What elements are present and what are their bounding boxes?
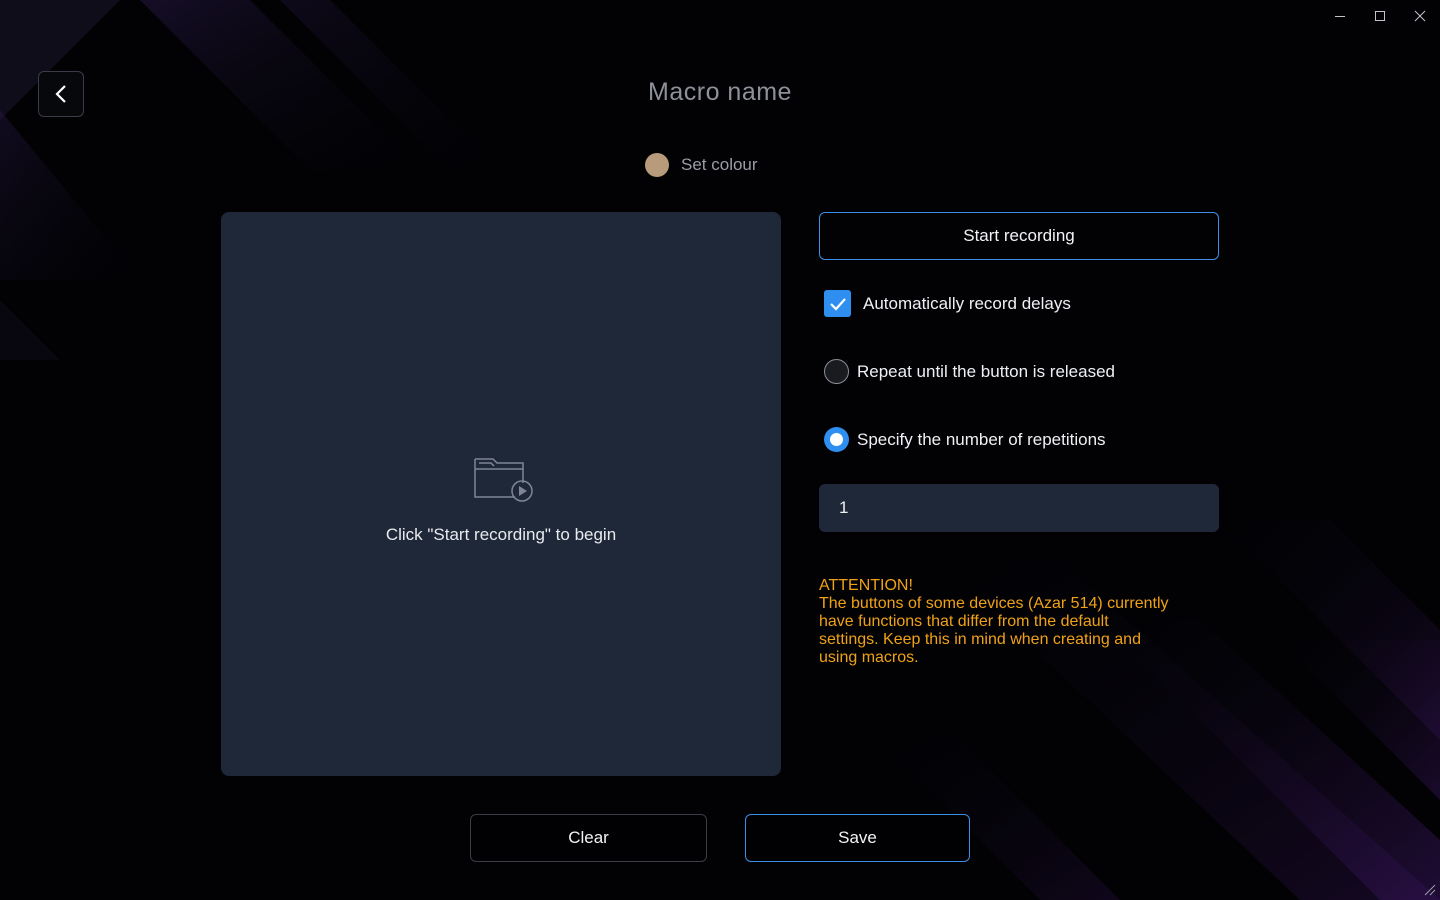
set-colour-label: Set colour [681,155,758,174]
colour-swatch[interactable] [645,153,669,177]
recording-panel: Click "Start recording" to begin [221,212,781,776]
maximize-icon [1375,11,1385,21]
specify-repetitions-label: Specify the number of repetitions [857,429,1106,449]
close-icon [1414,10,1426,22]
minimize-button[interactable] [1320,0,1360,32]
folder-play-icon [472,455,536,507]
attention-notice: ATTENTION! The buttons of some devices (… [819,577,1219,667]
auto-record-delays-option[interactable]: Automatically record delays [824,290,1071,317]
attention-line: using macros. [819,649,919,666]
repeat-until-released-option[interactable]: Repeat until the button is released [824,359,1115,384]
attention-line: settings. Keep this in mind when creatin… [819,631,1141,648]
macro-name-title[interactable]: Macro name [0,78,1440,107]
minimize-icon [1335,16,1345,17]
specify-repetitions-radio[interactable] [824,427,849,452]
macro-editor-window: Macro name Set colour Click "Start recor… [0,0,1440,900]
clear-button[interactable]: Clear [470,814,707,862]
specify-repetitions-option[interactable]: Specify the number of repetitions [824,427,1106,452]
repetitions-input[interactable] [819,484,1219,532]
close-button[interactable] [1400,0,1440,32]
maximize-button[interactable] [1360,0,1400,32]
repeat-until-released-label: Repeat until the button is released [857,361,1116,381]
set-colour-button[interactable]: Set colour [645,152,758,178]
empty-state-text: Click "Start recording" to begin [385,525,617,544]
resize-grip-icon[interactable] [1422,882,1436,896]
attention-line: have functions that differ from the defa… [819,613,1109,630]
save-button[interactable]: Save [745,814,970,862]
checkmark-icon [829,297,846,311]
start-recording-button[interactable]: Start recording [819,212,1219,260]
auto-record-delays-label: Automatically record delays [863,293,1071,313]
attention-heading: ATTENTION! [819,577,913,594]
auto-record-delays-checkbox[interactable] [824,290,851,317]
window-controls [1320,0,1440,32]
attention-line: The buttons of some devices (Azar 514) c… [819,595,1169,612]
repeat-until-released-radio[interactable] [824,359,849,384]
